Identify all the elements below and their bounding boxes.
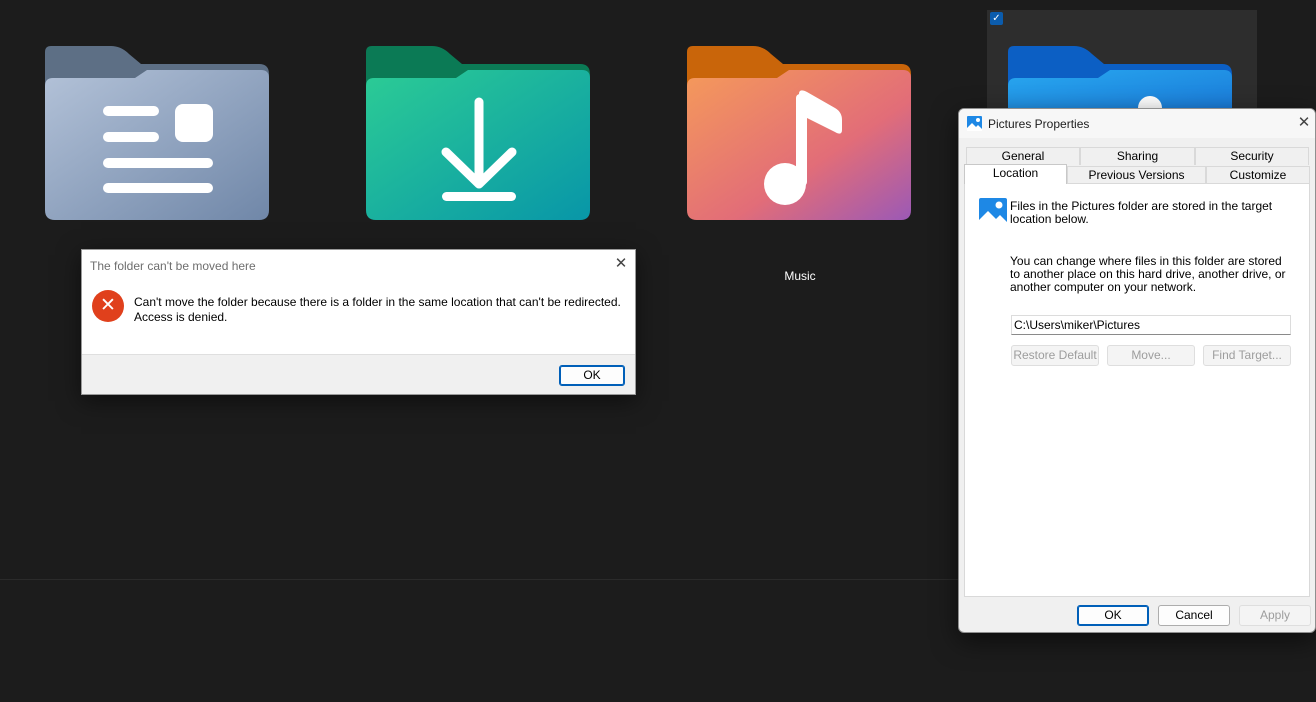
properties-apply-button[interactable]: Apply [1239, 605, 1311, 626]
error-dialog: The folder can't be moved here ✕ ✕ Can't… [81, 249, 636, 395]
error-dialog-footer: OK [82, 354, 635, 394]
tab-general[interactable]: General [966, 147, 1080, 165]
pictures-title-icon [967, 116, 982, 131]
error-x-icon: ✕ [92, 290, 124, 322]
location-tab-panel: Files in the Pictures folder are stored … [964, 183, 1310, 597]
move-button[interactable]: Move... [1107, 345, 1195, 366]
tab-previous-versions[interactable]: Previous Versions [1067, 166, 1206, 184]
tab-customize[interactable]: Customize [1206, 166, 1310, 184]
downloads-folder-icon [366, 46, 590, 220]
properties-cancel-button[interactable]: Cancel [1158, 605, 1230, 626]
error-message: Can't move the folder because there is a… [134, 295, 629, 325]
pictures-location-icon [979, 198, 1007, 226]
folder-music[interactable] [687, 40, 913, 226]
properties-title: Pictures Properties [988, 117, 1090, 131]
error-message-line1: Can't move the folder because there is a… [134, 295, 621, 309]
properties-close-button[interactable]: ✕ [1293, 112, 1315, 134]
error-message-line2: Access is denied. [134, 310, 228, 324]
folder-downloads[interactable] [366, 40, 592, 226]
tab-security[interactable]: Security [1195, 147, 1309, 165]
location-description: Files in the Pictures folder are stored … [1010, 199, 1273, 226]
selected-folder-tile-pictures[interactable] [987, 10, 1257, 120]
properties-ok-button[interactable]: OK [1077, 605, 1149, 626]
tab-sharing[interactable]: Sharing [1080, 147, 1195, 165]
tab-location[interactable]: Location [964, 164, 1067, 184]
location-path-input[interactable]: C:\Users\miker\Pictures [1011, 315, 1291, 335]
folder-documents[interactable] [45, 40, 271, 226]
selection-checkbox[interactable]: ✓ [990, 12, 1003, 25]
pictures-properties-window: Pictures Properties ✕ General Sharing Se… [958, 108, 1316, 633]
location-note: You can change where files in this folde… [1010, 254, 1286, 294]
error-ok-button[interactable]: OK [559, 365, 625, 386]
error-dialog-title: The folder can't be moved here [90, 259, 256, 273]
find-target-button[interactable]: Find Target... [1203, 345, 1291, 366]
music-folder-icon [687, 46, 911, 220]
folder-label-music: Music [784, 269, 816, 283]
properties-titlebar: Pictures Properties ✕ [959, 109, 1315, 138]
restore-default-button[interactable]: Restore Default [1011, 345, 1099, 366]
documents-folder-icon [45, 46, 269, 220]
error-dialog-close-button[interactable]: ✕ [610, 253, 632, 275]
